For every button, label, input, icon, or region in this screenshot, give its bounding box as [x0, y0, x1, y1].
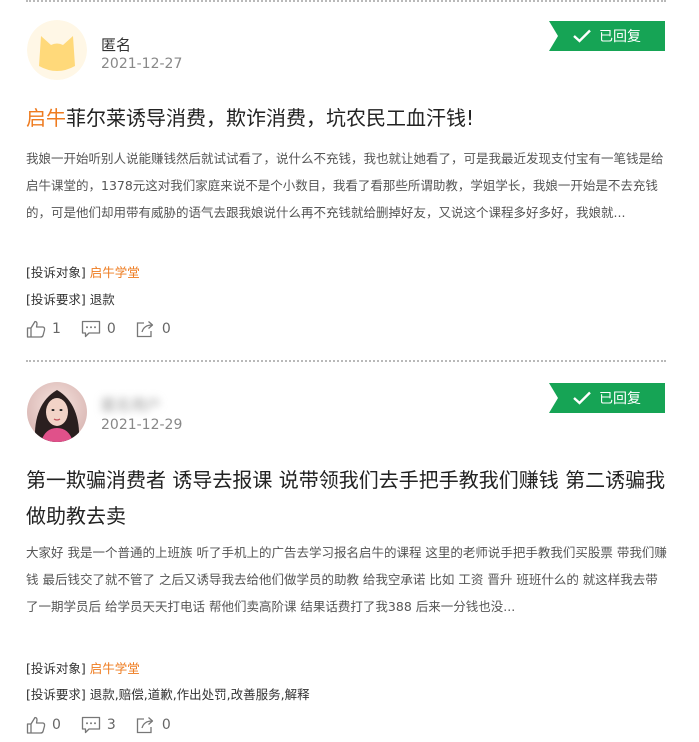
post-date: 2021-12-29 [101, 417, 183, 433]
status-label: 已回复 [599, 391, 641, 407]
target-label: [投诉对象] [26, 661, 86, 676]
post-title[interactable]: 第一欺骗消费者 诱导去报课 说带领我们去手把手教我们赚钱 第二诱骗我做助教去卖 [26, 462, 671, 534]
complaint-request: [投诉要求] 退款,赔偿,道歉,作出处罚,改善服务,解释 [26, 684, 310, 703]
complaint-card[interactable]: 匿名用户 2021-12-29 已回复 第一欺骗消费者 诱导去报课 说带领我们去… [0, 0, 699, 742]
target-value[interactable]: 启牛学堂 [90, 661, 140, 676]
request-label: [投诉要求] [26, 687, 86, 702]
comment-count: 3 [106, 717, 116, 733]
request-value: 退款,赔偿,道歉,作出处罚,改善服务,解释 [89, 687, 310, 702]
post-body: 大家好 我是一个普通的上班族 听了手机上的广告去学习报名启牛的课程 这里的老师说… [26, 545, 667, 614]
status-badge: 已回复 [549, 383, 665, 413]
share-count: 0 [161, 717, 171, 733]
comment-button[interactable]: 3 [81, 716, 116, 734]
share-icon [136, 717, 153, 734]
share-button[interactable]: 0 [136, 716, 171, 734]
thumbs-up-icon [26, 716, 46, 734]
like-button[interactable]: 0 [26, 716, 61, 734]
avatar [27, 382, 87, 442]
check-icon [573, 391, 591, 405]
comment-icon [81, 716, 101, 734]
action-bar: 0 3 0 [26, 716, 171, 734]
like-count: 0 [52, 717, 61, 733]
username[interactable]: 匿名用户 [101, 394, 161, 415]
complaint-target: [投诉对象] 启牛学堂 [26, 658, 140, 677]
